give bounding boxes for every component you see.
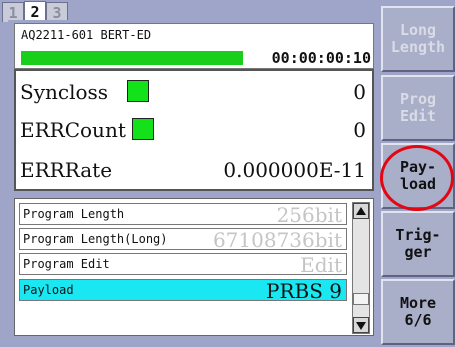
syncloss-label: Syncloss [20,80,109,104]
list-item-label: Program Length(Long) [23,232,168,246]
softkey-sidebar: Long Length Prog Edit Pay- load Trig- ge… [380,0,455,347]
scroll-thumb[interactable] [353,293,369,305]
button-label: Trig- ger [395,226,441,261]
tab-3[interactable]: 3 [46,2,68,22]
button-label: Long Length [390,21,446,56]
arrow-up-icon [356,207,366,215]
list-item-label: Payload [23,283,74,297]
status-box: Syncloss 0 ERRCount 0 ERRRate 0.000000E-… [14,69,374,191]
syncloss-row: Syncloss 0 [20,75,366,107]
errrate-row: ERRRate 0.000000E-11 [20,153,366,185]
errrate-label: ERRRate [20,158,113,182]
header-box: AQ2211-601 BERT-ED 00:00:00:10 [14,23,374,69]
scroll-up-button[interactable] [353,203,369,219]
list-item-value: PRBS 9 [266,279,342,303]
list-item-payload[interactable]: Payload PRBS 9 [19,279,347,303]
list-item-label: Program Edit [23,257,110,271]
settings-list: Program Length 256bit Program Length(Lon… [14,198,374,336]
device-id: AQ2211-601 BERT-ED [21,28,152,42]
tab-1[interactable]: 1 [2,2,24,22]
scroll-down-button[interactable] [353,317,369,333]
errrate-value: 0.000000E-11 [223,158,366,182]
elapsed-timer: 00:00:00:10 [271,49,371,67]
main-panel: AQ2211-601 BERT-ED 00:00:00:10 Syncloss … [8,20,377,339]
list-item-label: Program Length [23,207,125,221]
list-item-program-edit[interactable]: Program Edit Edit [19,253,347,277]
errcount-row: ERRCount 0 [20,113,366,145]
errcount-indicator [132,118,154,140]
syncloss-value: 0 [353,80,366,104]
list-item-program-length-long[interactable]: Program Length(Long) 67108736bit [19,228,347,252]
prog-edit-button[interactable]: Prog Edit [381,75,455,141]
errcount-value: 0 [353,118,366,142]
list-scrollbar[interactable] [352,202,370,334]
list-item-value: Edit [300,253,342,277]
arrow-down-icon [356,322,366,330]
trigger-button[interactable]: Trig- ger [381,211,455,277]
list-item-value: 67108736bit [212,228,342,252]
errcount-label: ERRCount [20,118,126,142]
more-button[interactable]: More 6/6 [381,279,455,345]
long-length-button[interactable]: Long Length [381,6,455,72]
syncloss-indicator [127,80,149,102]
button-label: Prog Edit [399,90,437,125]
list-item-value: 256bit [276,203,342,227]
button-label: More 6/6 [399,294,437,329]
progress-fill [21,51,244,65]
button-label: Pay- load [399,158,437,193]
list-item-program-length[interactable]: Program Length 256bit [19,203,347,227]
instrument-screen: 1 2 3 AQ2211-601 BERT-ED 00:00:00:10 Syn… [0,0,455,347]
payload-button[interactable]: Pay- load [381,143,455,209]
